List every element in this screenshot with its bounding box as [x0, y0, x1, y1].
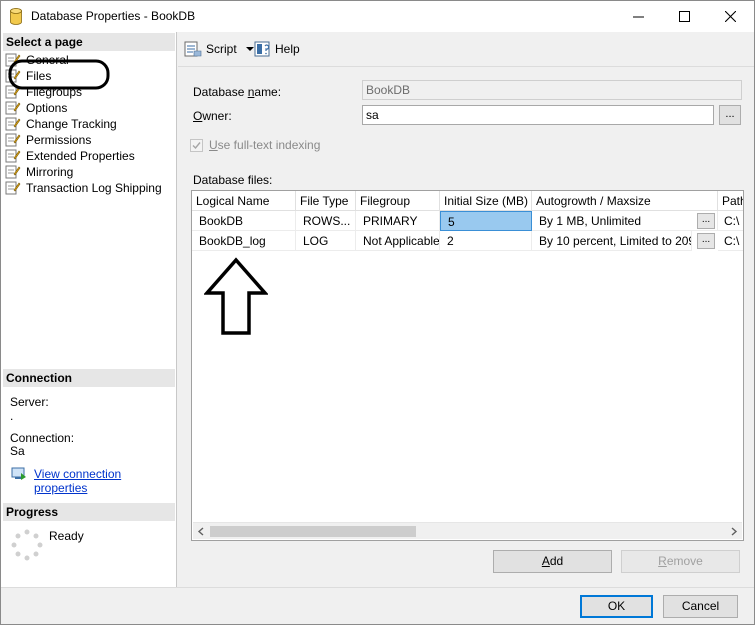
table-cell[interactable]: LOG — [296, 231, 356, 251]
page-item-label: Transaction Log Shipping — [26, 181, 162, 195]
connection-value: Sa — [10, 444, 25, 458]
column-header[interactable]: Initial Size (MB) — [440, 191, 532, 211]
scrollbar-thumb[interactable] — [210, 526, 416, 537]
table-cell[interactable]: BookDB — [192, 211, 296, 231]
column-header[interactable]: Path — [718, 191, 743, 211]
table-cell[interactable]: PRIMARY — [356, 211, 440, 231]
page-wrench-icon — [5, 165, 21, 179]
page-item-options[interactable]: Options — [5, 100, 67, 116]
page-item-mirroring[interactable]: Mirroring — [5, 164, 73, 180]
fulltext-indexing-label: Use full-text indexing — [209, 138, 321, 152]
database-properties-window: Database Properties - BookDB Select a pa… — [0, 0, 755, 625]
table-cell[interactable]: C:\ — [718, 231, 743, 251]
page-item-label: Change Tracking — [26, 117, 117, 131]
maximize-icon — [678, 11, 690, 22]
scroll-right-icon[interactable] — [730, 527, 738, 536]
page-item-extended-properties[interactable]: Extended Properties — [5, 148, 135, 164]
ok-button[interactable]: OK — [580, 595, 653, 618]
minimize-button[interactable] — [615, 1, 661, 32]
script-icon — [184, 41, 202, 57]
page-item-label: Extended Properties — [26, 149, 135, 163]
autogrowth-edit-button[interactable]: ... — [697, 233, 715, 249]
database-files-grid[interactable]: Logical Name File Type Filegroup Initial… — [191, 190, 744, 541]
progress-header: Progress — [3, 503, 175, 521]
table-cell[interactable]: 2 — [440, 231, 532, 251]
database-name-field[interactable]: BookDB — [362, 80, 742, 100]
autogrowth-edit-button[interactable]: ... — [697, 213, 715, 229]
add-button[interactable]: Add — [493, 550, 612, 573]
table-cell[interactable]: ROWS... — [296, 211, 356, 231]
page-item-transaction-log-shipping[interactable]: Transaction Log Shipping — [5, 180, 162, 196]
script-label: Script — [206, 42, 237, 56]
column-header[interactable]: Filegroup — [356, 191, 440, 211]
page-wrench-icon — [5, 181, 21, 195]
owner-field[interactable]: sa — [362, 105, 714, 125]
help-label: Help — [275, 42, 300, 56]
column-header[interactable]: Logical Name — [192, 191, 296, 211]
checkbox-checked-icon — [190, 138, 203, 152]
view-connection-properties-link[interactable]: View connection properties — [34, 467, 176, 495]
page-wrench-icon — [5, 133, 21, 147]
owner-label: Owner: — [193, 109, 232, 123]
select-page-header: Select a page — [3, 33, 175, 51]
page-wrench-icon — [5, 117, 21, 131]
toolbar: Script Help — [178, 32, 754, 67]
column-header[interactable]: File Type — [296, 191, 356, 211]
database-name-label: Database name: — [193, 85, 282, 99]
close-button[interactable] — [707, 1, 753, 32]
script-button[interactable]: Script — [184, 40, 255, 58]
progress-status: Ready — [49, 529, 84, 543]
connection-label: Connection: — [10, 431, 75, 445]
server-value: . — [10, 409, 14, 423]
maximize-button[interactable] — [661, 1, 707, 32]
left-pane: Select a page General Files Filegroups O… — [1, 32, 177, 587]
table-cell[interactable]: BookDB_log — [192, 231, 296, 251]
table-cell[interactable]: By 10 percent, Limited to 209... — [532, 231, 692, 251]
page-item-label: Options — [26, 101, 68, 115]
table-cell[interactable]: C:\ — [718, 211, 743, 231]
grid-horizontal-scrollbar[interactable] — [193, 522, 742, 539]
files-page-content: Database name: BookDB Owner: sa ... Use … — [178, 68, 754, 586]
page-wrench-icon — [5, 149, 21, 163]
scroll-left-icon[interactable] — [197, 527, 205, 536]
dialog-button-bar: OK Cancel — [1, 587, 754, 624]
page-item-label: Permissions — [26, 133, 92, 147]
table-cell[interactable]: Not Applicable — [356, 231, 440, 251]
server-label: Server: — [10, 395, 49, 409]
column-header[interactable]: Autogrowth / Maxsize — [532, 191, 718, 211]
annotation-circle — [8, 59, 110, 90]
progress-spinner-icon — [11, 529, 43, 561]
page-wrench-icon — [5, 101, 21, 115]
connection-header: Connection — [3, 369, 175, 387]
cancel-button[interactable]: Cancel — [663, 595, 738, 618]
help-icon — [254, 41, 270, 57]
remove-button[interactable]: Remove — [621, 550, 740, 573]
page-item-label: Mirroring — [26, 165, 74, 179]
connection-properties-icon — [11, 467, 26, 480]
window-title: Database Properties - BookDB — [31, 9, 196, 23]
table-cell[interactable]: By 1 MB, Unlimited — [532, 211, 718, 231]
minimize-icon — [632, 16, 644, 18]
database-icon — [10, 8, 22, 25]
close-icon — [724, 11, 736, 22]
annotation-arrow-icon — [204, 257, 268, 335]
help-button[interactable]: Help — [254, 40, 300, 58]
page-item-change-tracking[interactable]: Change Tracking — [5, 116, 117, 132]
database-files-label: Database files: — [193, 173, 273, 187]
page-item-permissions[interactable]: Permissions — [5, 132, 91, 148]
table-cell-initial-size[interactable]: 5 — [440, 211, 532, 231]
title-bar: Database Properties - BookDB — [1, 1, 754, 32]
fulltext-indexing-checkbox[interactable]: Use full-text indexing — [190, 138, 320, 152]
owner-browse-button[interactable]: ... — [719, 105, 741, 125]
